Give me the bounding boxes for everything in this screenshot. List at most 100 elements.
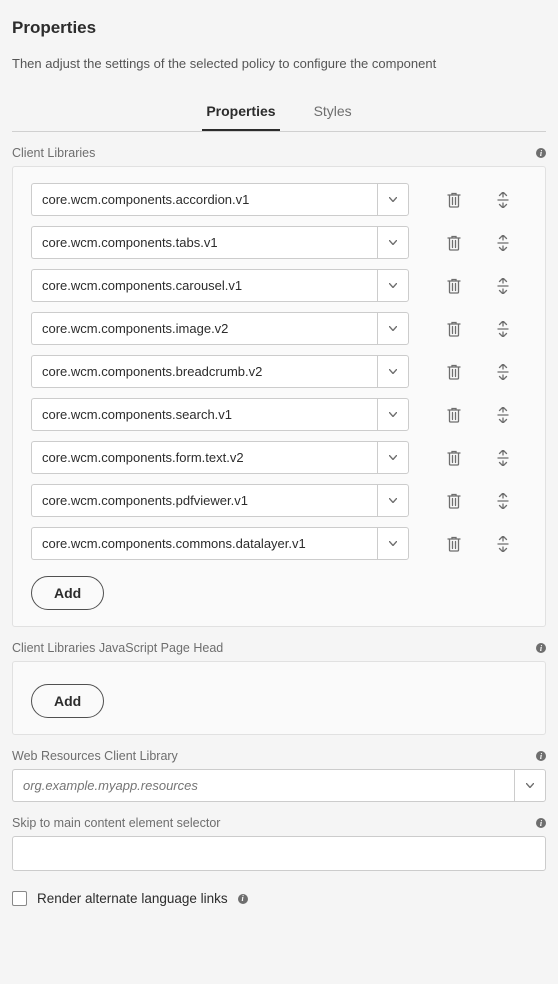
client-library-input[interactable] <box>31 484 377 517</box>
client-library-row <box>31 269 527 302</box>
dropdown-button[interactable] <box>377 527 409 560</box>
move-button[interactable] <box>491 274 515 298</box>
row-actions <box>419 231 527 255</box>
dropdown-button[interactable] <box>377 398 409 431</box>
client-library-input[interactable] <box>31 226 377 259</box>
move-icon <box>496 364 510 380</box>
move-button[interactable] <box>491 403 515 427</box>
chevron-down-icon <box>389 369 397 374</box>
client-library-combo <box>31 183 409 216</box>
trash-icon <box>447 407 461 423</box>
chevron-down-icon <box>389 498 397 503</box>
move-button[interactable] <box>491 532 515 556</box>
info-icon[interactable]: i <box>536 818 546 828</box>
trash-icon <box>447 364 461 380</box>
tab-styles[interactable]: Styles <box>310 93 356 131</box>
row-actions <box>419 403 527 427</box>
trash-icon <box>447 235 461 251</box>
web-resources-label-row: Web Resources Client Library i <box>12 749 546 763</box>
info-icon[interactable]: i <box>536 643 546 653</box>
tab-properties[interactable]: Properties <box>202 93 279 131</box>
js-page-head-label: Client Libraries JavaScript Page Head <box>12 641 223 655</box>
info-icon[interactable]: i <box>238 894 248 904</box>
delete-button[interactable] <box>442 231 466 255</box>
add-button[interactable]: Add <box>31 576 104 610</box>
client-libraries-label: Client Libraries <box>12 146 95 160</box>
dropdown-button[interactable] <box>377 269 409 302</box>
info-icon[interactable]: i <box>536 148 546 158</box>
chevron-down-icon <box>526 783 534 788</box>
move-button[interactable] <box>491 489 515 513</box>
client-library-combo <box>31 226 409 259</box>
client-library-combo <box>31 355 409 388</box>
client-library-input[interactable] <box>31 441 377 474</box>
move-icon <box>496 278 510 294</box>
chevron-down-icon <box>389 455 397 460</box>
add-button[interactable]: Add <box>31 684 104 718</box>
dropdown-button[interactable] <box>514 769 546 802</box>
chevron-down-icon <box>389 283 397 288</box>
client-library-input[interactable] <box>31 183 377 216</box>
trash-icon <box>447 493 461 509</box>
dropdown-button[interactable] <box>377 183 409 216</box>
skip-selector-input[interactable] <box>12 836 546 871</box>
delete-button[interactable] <box>442 489 466 513</box>
move-icon <box>496 450 510 466</box>
row-actions <box>419 274 527 298</box>
delete-button[interactable] <box>442 274 466 298</box>
delete-button[interactable] <box>442 403 466 427</box>
page-subtitle: Then adjust the settings of the selected… <box>12 56 546 71</box>
client-library-row <box>31 312 527 345</box>
dropdown-button[interactable] <box>377 484 409 517</box>
chevron-down-icon <box>389 240 397 245</box>
client-library-input[interactable] <box>31 527 377 560</box>
chevron-down-icon <box>389 326 397 331</box>
client-library-combo <box>31 269 409 302</box>
dropdown-button[interactable] <box>377 226 409 259</box>
js-page-head-label-row: Client Libraries JavaScript Page Head i <box>12 641 546 655</box>
client-libraries-label-row: Client Libraries i <box>12 146 546 160</box>
client-library-input[interactable] <box>31 355 377 388</box>
move-button[interactable] <box>491 446 515 470</box>
move-button[interactable] <box>491 231 515 255</box>
client-library-row <box>31 183 527 216</box>
client-library-combo <box>31 484 409 517</box>
delete-button[interactable] <box>442 446 466 470</box>
trash-icon <box>447 278 461 294</box>
client-library-input[interactable] <box>31 312 377 345</box>
trash-icon <box>447 536 461 552</box>
dropdown-button[interactable] <box>377 355 409 388</box>
delete-button[interactable] <box>442 532 466 556</box>
move-button[interactable] <box>491 188 515 212</box>
row-actions <box>419 360 527 384</box>
chevron-down-icon <box>389 197 397 202</box>
client-library-row <box>31 226 527 259</box>
dropdown-button[interactable] <box>377 312 409 345</box>
web-resources-input[interactable] <box>12 769 514 802</box>
delete-button[interactable] <box>442 360 466 384</box>
row-actions <box>419 317 527 341</box>
move-icon <box>496 321 510 337</box>
client-library-row <box>31 398 527 431</box>
client-library-row <box>31 484 527 517</box>
client-library-input[interactable] <box>31 398 377 431</box>
alt-lang-checkbox[interactable] <box>12 891 27 906</box>
move-button[interactable] <box>491 317 515 341</box>
alt-lang-label: Render alternate language links <box>37 891 228 906</box>
move-icon <box>496 493 510 509</box>
client-library-row <box>31 441 527 474</box>
client-library-combo <box>31 312 409 345</box>
chevron-down-icon <box>389 541 397 546</box>
info-icon[interactable]: i <box>536 751 546 761</box>
client-library-input[interactable] <box>31 269 377 302</box>
dropdown-button[interactable] <box>377 441 409 474</box>
row-actions <box>419 446 527 470</box>
trash-icon <box>447 192 461 208</box>
move-button[interactable] <box>491 360 515 384</box>
delete-button[interactable] <box>442 317 466 341</box>
row-actions <box>419 188 527 212</box>
client-library-row <box>31 355 527 388</box>
skip-selector-label: Skip to main content element selector <box>12 816 220 830</box>
client-libraries-box: Add <box>12 166 546 627</box>
delete-button[interactable] <box>442 188 466 212</box>
